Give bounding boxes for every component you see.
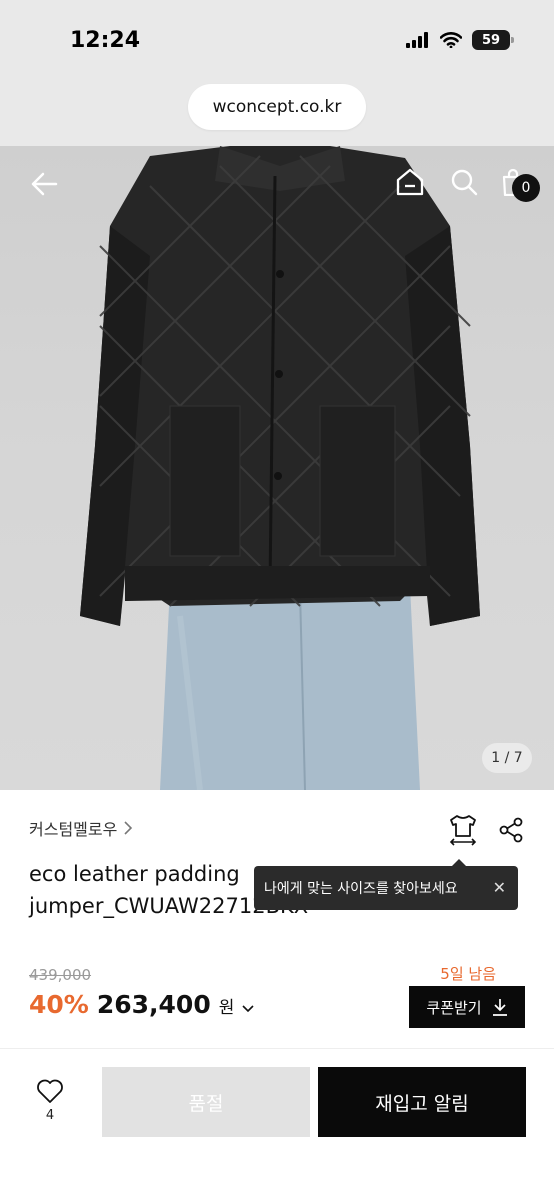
price-row[interactable]: 40% 263,400 원 <box>29 990 254 1019</box>
image-counter: 1 / 7 <box>482 743 532 773</box>
status-icons: 59 <box>406 30 514 50</box>
brand-name: 커스텀멜로우 <box>29 820 118 839</box>
product-photo <box>80 146 480 790</box>
brand-link[interactable]: 커스텀멜로우 <box>29 816 133 840</box>
product-utility-icons <box>448 814 524 850</box>
close-icon[interactable]: ✕ <box>493 878 506 897</box>
search-icon <box>451 169 478 196</box>
product-image-carousel[interactable]: 0 1 / 7 <box>0 146 554 790</box>
share-button[interactable] <box>498 817 524 847</box>
battery-icon: 59 <box>472 30 514 50</box>
currency-label: 원 <box>218 998 235 1018</box>
home-icon <box>396 168 424 196</box>
download-icon <box>492 999 507 1016</box>
size-guide-button[interactable] <box>448 814 478 850</box>
browser-bar: wconcept.co.kr <box>0 80 554 146</box>
like-count: 4 <box>45 1108 55 1123</box>
chevron-down-icon <box>242 1005 254 1013</box>
size-guide-icon <box>449 815 477 846</box>
signal-icon <box>406 32 428 48</box>
size-tooltip: 나에게 맞는 사이즈를 찾아보세요 ✕ <box>254 859 518 910</box>
like-button[interactable]: 4 <box>30 1078 70 1132</box>
restock-label: 재입고 알림 <box>375 1092 469 1115</box>
heart-icon <box>37 1079 63 1103</box>
status-time: 12:24 <box>70 28 141 53</box>
soldout-button: 품절 <box>102 1067 310 1137</box>
battery-level: 59 <box>481 32 501 48</box>
discount-rate: 40% <box>29 990 89 1019</box>
back-arrow-icon <box>31 172 58 196</box>
soldout-label: 품절 <box>188 1092 224 1115</box>
url-bar[interactable]: wconcept.co.kr <box>188 84 366 130</box>
share-icon <box>499 817 523 843</box>
tooltip-text: 나에게 맞는 사이즈를 찾아보세요 <box>264 881 458 897</box>
url-text: wconcept.co.kr <box>212 97 342 117</box>
chevron-right-icon <box>124 821 133 835</box>
restock-alert-button[interactable]: 재입고 알림 <box>318 1067 526 1137</box>
home-button[interactable] <box>392 164 428 200</box>
divider <box>0 1048 554 1049</box>
back-button[interactable] <box>24 164 64 204</box>
wifi-icon <box>440 32 462 48</box>
coupon-days-left: 5일 남음 <box>440 965 496 983</box>
search-button[interactable] <box>446 164 482 200</box>
sale-price: 263,400 <box>96 990 211 1019</box>
cart-count: 0 <box>521 180 531 196</box>
cart-count-badge: 0 <box>512 174 540 202</box>
original-price: 439,000 <box>29 966 92 984</box>
coupon-download-button[interactable]: 쿠폰받기 <box>409 986 525 1028</box>
image-counter-text: 1 / 7 <box>491 750 523 766</box>
status-bar: 12:24 59 <box>0 0 554 80</box>
coupon-label: 쿠폰받기 <box>426 998 482 1017</box>
